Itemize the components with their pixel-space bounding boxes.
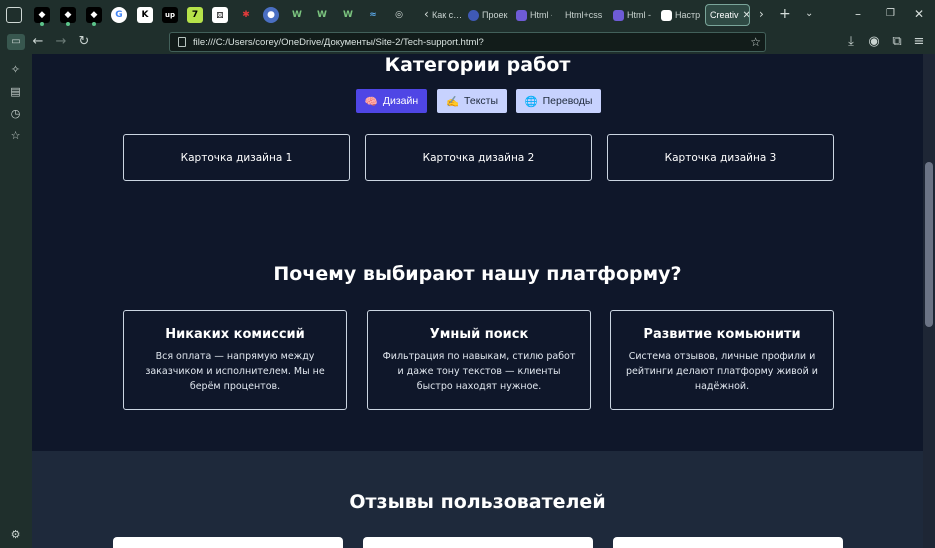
reviews-heading: Отзывы пользователей <box>349 491 606 513</box>
pinned-tab-icon[interactable]: K <box>137 7 153 23</box>
pinned-tab-icon[interactable]: ✱ <box>238 7 254 23</box>
workspaces-icon[interactable] <box>6 7 22 23</box>
file-icon <box>178 37 186 47</box>
browser-sidebar: ✧ ▤ ◷ ☆ ⚙ <box>0 54 32 548</box>
url-text: file:///C:/Users/corey/OneDrive/Документ… <box>193 36 484 48</box>
google-icon[interactable]: G <box>111 7 127 23</box>
pinned-tab-indicator <box>92 22 96 26</box>
review-card <box>613 537 843 548</box>
tab-list-chevron-down-icon[interactable]: ⌄ <box>805 8 813 20</box>
tab[interactable]: Html - <box>613 4 651 26</box>
feature-title: Умный поиск <box>429 327 529 342</box>
pinned-tab-icon[interactable]: ● <box>263 7 279 23</box>
filter-translations-button[interactable]: 🌐 Переводы <box>516 89 601 113</box>
reading-list-icon[interactable]: ▤ <box>9 85 22 98</box>
tab-label: Проек <box>482 10 508 20</box>
tab-favicon <box>516 9 527 21</box>
browser-tab-bar: ◆ ◆ ◆ G K up 7 ⚄ ✱ ● W W W ≈ ◎ ‹ Как с… … <box>0 0 935 30</box>
tab[interactable]: Как с… <box>432 4 464 26</box>
settings-gear-icon[interactable]: ⚙ <box>9 528 22 541</box>
design-card[interactable]: Карточка дизайна 3 <box>607 134 834 181</box>
tabs-scroll-left-icon[interactable]: ‹ <box>424 8 429 20</box>
feature-card: Развитие комьюнити Система отзывов, личн… <box>610 310 834 410</box>
card-title: Карточка дизайна 3 <box>664 151 777 164</box>
download-icon[interactable]: ⤓ <box>843 34 859 50</box>
tab[interactable]: Настр <box>661 4 701 26</box>
profile-icon[interactable]: ◉ <box>866 34 882 50</box>
filter-label: Тексты <box>464 95 499 107</box>
favorites-star-icon[interactable]: ☆ <box>9 129 22 142</box>
forward-arrow-icon[interactable]: → <box>53 34 69 50</box>
tab-label: Html - <box>627 10 651 20</box>
minimize-icon[interactable]: – <box>855 8 861 20</box>
feature-card: Никаких комиссий Вся оплата — напрямую м… <box>123 310 347 410</box>
sidebar-toggle-icon[interactable]: ▭ <box>7 34 25 50</box>
writing-hand-icon: ✍️ <box>445 95 460 108</box>
tab-label: Html+css <box>565 10 603 20</box>
globe-icon: 🌐 <box>524 95 538 108</box>
tab[interactable]: Проек <box>468 4 512 26</box>
filter-design-button[interactable]: 🧠 Дизайн <box>356 89 427 113</box>
pinned-tab-icon[interactable]: ⚄ <box>212 7 228 23</box>
tab-label: Html - <box>530 10 552 20</box>
address-toolbar: ▭ ← → ↻ file:///C:/Users/corey/OneDrive/… <box>0 30 935 54</box>
pinned-tab-icon[interactable]: ≈ <box>365 7 381 23</box>
design-card[interactable]: Карточка дизайна 2 <box>365 134 592 181</box>
tab-active[interactable]: Creativ ✕ <box>705 4 750 26</box>
pinned-tab-icon[interactable]: 7 <box>187 7 203 23</box>
reviews-section: Отзывы пользователей <box>32 451 923 548</box>
review-card <box>363 537 593 548</box>
design-card[interactable]: Карточка дизайна 1 <box>123 134 350 181</box>
extensions-icon[interactable]: ⧉ <box>889 34 905 50</box>
pinned-tab-icon[interactable]: ◆ <box>86 7 102 23</box>
card-title: Карточка дизайна 2 <box>422 151 535 164</box>
menu-icon[interactable]: ≡ <box>911 34 927 50</box>
filter-label: Переводы <box>542 95 593 107</box>
bookmark-star-icon[interactable]: ☆ <box>750 35 761 49</box>
feature-text: Система отзывов, личные профили и рейтин… <box>626 351 818 392</box>
tabs-scroll-right-icon[interactable]: › <box>759 8 764 20</box>
pinned-tab-icon[interactable]: up <box>162 7 178 23</box>
pinned-tab-icon[interactable]: ◎ <box>391 7 407 23</box>
tab-favicon <box>613 9 624 21</box>
tab-label: Настр <box>675 10 701 20</box>
scrollbar-thumb[interactable] <box>925 162 933 327</box>
filter-label: Дизайн <box>382 95 419 107</box>
feature-title: Развитие комьюнити <box>643 327 801 342</box>
restore-icon[interactable]: ❐ <box>886 8 895 20</box>
feature-text: Вся оплата — напрямую между заказчиком и… <box>145 351 325 392</box>
ai-sparkle-icon[interactable]: ✧ <box>9 63 22 76</box>
page-scrollbar[interactable] <box>923 54 935 548</box>
tab-favicon <box>661 9 672 21</box>
feature-card: Умный поиск Фильтрация по навыкам, стилю… <box>367 310 591 410</box>
history-clock-icon[interactable]: ◷ <box>9 107 22 120</box>
pinned-tab-indicator <box>66 22 70 26</box>
pinned-tab-icon[interactable]: W <box>314 7 330 23</box>
pinned-tab-icon[interactable]: W <box>340 7 356 23</box>
pinned-tab-icon[interactable]: ◆ <box>60 7 76 23</box>
tab-label: Creativ <box>710 10 739 20</box>
back-arrow-icon[interactable]: ← <box>30 34 46 50</box>
tab[interactable]: Html - <box>516 4 552 26</box>
tab-label: Как с… <box>432 10 463 20</box>
card-title: Карточка дизайна 1 <box>180 151 293 164</box>
page-viewport: Категории работ 🧠 Дизайн ✍️ Тексты 🌐 Пер… <box>32 54 923 548</box>
pinned-tab-icon[interactable]: W <box>289 7 305 23</box>
url-field[interactable]: file:///C:/Users/corey/OneDrive/Документ… <box>169 32 766 52</box>
feature-text: Фильтрация по навыкам, стилю работ и даж… <box>382 351 576 392</box>
new-tab-icon[interactable]: + <box>779 7 791 21</box>
brain-icon: 🧠 <box>364 95 378 108</box>
tab-favicon <box>468 9 479 21</box>
why-heading: Почему выбирают нашу платформу? <box>273 263 682 285</box>
close-tab-icon[interactable]: ✕ <box>743 10 749 21</box>
reload-icon[interactable]: ↻ <box>76 34 92 50</box>
close-window-icon[interactable]: ✕ <box>914 8 924 20</box>
feature-title: Никаких комиссий <box>165 327 305 342</box>
filter-texts-button[interactable]: ✍️ Тексты <box>437 89 507 113</box>
categories-heading: Категории работ <box>384 54 571 76</box>
pinned-tab-indicator <box>40 22 44 26</box>
pinned-tab-icon[interactable]: ◆ <box>34 7 50 23</box>
review-card <box>113 537 343 548</box>
tab[interactable]: Html+css <box>565 4 605 26</box>
